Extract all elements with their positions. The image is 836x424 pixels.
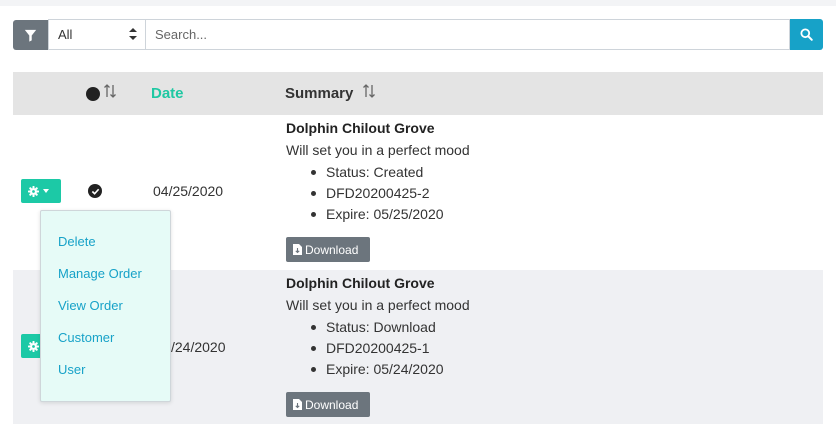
menu-item-user[interactable]: User (58, 362, 85, 377)
select-arrows-icon (129, 28, 137, 40)
order-details-list: Status: Download DFD20200425-1 Expire: 0… (309, 317, 444, 380)
chevron-down-icon (43, 189, 49, 193)
order-description: Will set you in a perfect mood (286, 142, 470, 158)
list-item: DFD20200425-2 (309, 183, 444, 204)
list-item: Status: Created (309, 162, 444, 183)
list-item: DFD20200425-1 (309, 338, 444, 359)
list-item: Expire: 05/24/2020 (309, 359, 444, 380)
list-item: Status: Download (309, 317, 444, 338)
download-label: Download (305, 397, 359, 412)
row-actions-button[interactable] (21, 179, 61, 203)
download-label: Download (305, 242, 359, 257)
download-button[interactable]: Download (286, 392, 370, 417)
filter-icon (24, 29, 37, 42)
order-date: /24/2020 (171, 339, 226, 355)
menu-item-customer[interactable]: Customer (58, 330, 114, 345)
check-circle-icon (88, 184, 102, 198)
download-button[interactable]: Download (286, 237, 370, 262)
order-title: Dolphin Chilout Grove (286, 120, 435, 136)
status-column-dot-icon[interactable] (86, 87, 100, 101)
menu-item-delete[interactable]: Delete (58, 234, 96, 249)
order-details-list: Status: Created DFD20200425-2 Expire: 05… (309, 162, 444, 225)
order-description: Will set you in a perfect mood (286, 297, 470, 313)
list-item: Expire: 05/25/2020 (309, 204, 444, 225)
search-icon (800, 28, 813, 41)
row-actions-menu: Delete Manage Order View Order Customer … (40, 210, 171, 402)
menu-item-view-order[interactable]: View Order (58, 298, 123, 313)
table-header: Date Summary (13, 72, 823, 115)
order-date: 04/25/2020 (153, 183, 224, 199)
search-input[interactable] (146, 19, 790, 50)
summary-column-header[interactable]: Summary (285, 85, 353, 102)
sort-icon[interactable] (104, 83, 116, 99)
top-strip (0, 0, 836, 6)
file-download-icon (293, 244, 302, 255)
menu-item-manage-order[interactable]: Manage Order (58, 266, 142, 281)
file-download-icon (293, 399, 302, 410)
gear-icon (28, 340, 39, 352)
order-title: Dolphin Chilout Grove (286, 275, 435, 291)
filter-button[interactable] (13, 20, 48, 50)
gear-icon (28, 185, 39, 197)
filter-select[interactable]: All (48, 19, 146, 50)
filter-select-value: All (58, 27, 73, 42)
date-column-header[interactable]: Date (151, 85, 184, 102)
search-button[interactable] (790, 19, 823, 50)
summary-sort-icon[interactable] (363, 83, 375, 99)
